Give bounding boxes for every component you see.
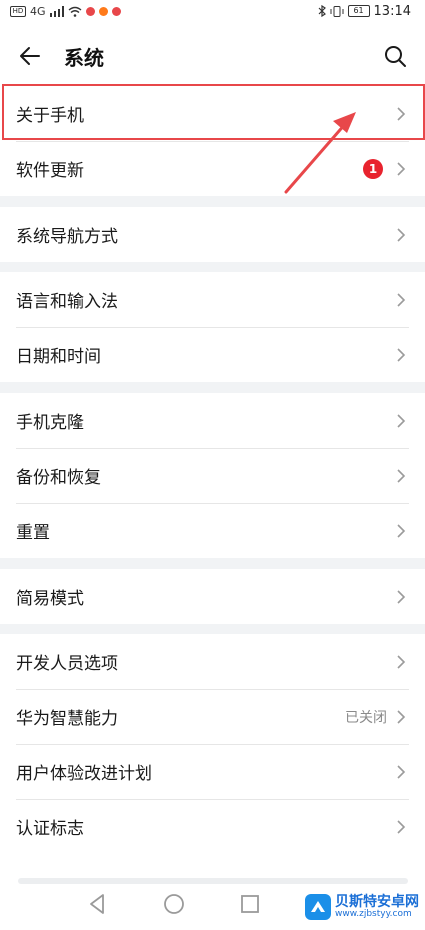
settings-group-4: 手机克隆 备份和恢复 重置 (0, 393, 425, 558)
wifi-icon (68, 6, 81, 17)
chevron-right-icon (397, 523, 406, 538)
settings-group-2: 系统导航方式 (0, 207, 425, 262)
list-item-label: 认证标志 (16, 819, 84, 839)
clock: 13:14 (373, 3, 411, 19)
list-item-certification-logos[interactable]: 认证标志 (0, 799, 425, 854)
chevron-right-icon (397, 292, 406, 307)
list-item-reset[interactable]: 重置 (0, 503, 425, 558)
settings-group-5: 简易模式 (0, 569, 425, 624)
watermark-text: 贝斯特安卓网 www.zjbstyy.com (335, 895, 419, 919)
app-notification-icon (111, 6, 121, 16)
arrow-left-icon (20, 47, 40, 65)
list-item-huawei-intelligence[interactable]: 华为智慧能力 已关闭 (0, 689, 425, 744)
chevron-right-icon (397, 709, 406, 724)
list-item-label: 简易模式 (16, 589, 84, 609)
page-title: 系统 (64, 46, 104, 70)
status-bar: HD 4G 61 13:14 (0, 0, 425, 22)
bluetooth-icon (318, 5, 326, 17)
list-item-label: 开发人员选项 (16, 654, 118, 674)
update-count-badge: 1 (363, 158, 383, 179)
back-button[interactable] (14, 40, 46, 72)
nav-recents-icon[interactable] (238, 892, 262, 916)
list-item-simple-mode[interactable]: 简易模式 (0, 569, 425, 624)
section-divider (0, 382, 425, 393)
chevron-right-icon (397, 347, 406, 362)
chevron-right-icon (397, 654, 406, 669)
chevron-right-icon (397, 589, 406, 604)
list-item-label: 备份和恢复 (16, 468, 101, 488)
system-nav-bar: 贝斯特安卓网 www.zjbstyy.com (0, 878, 425, 930)
status-right: 61 13:14 (318, 4, 411, 19)
app-notification-icon (98, 6, 108, 16)
list-item-label: 语言和输入法 (16, 292, 118, 312)
battery-icon: 61 (347, 5, 370, 17)
nav-home-icon[interactable] (162, 892, 186, 916)
section-divider (0, 558, 425, 569)
hd-icon: HD (10, 5, 26, 17)
watermark-title: 贝斯特安卓网 (335, 893, 419, 910)
list-item-user-experience-program[interactable]: 用户体验改进计划 (0, 744, 425, 799)
list-item-label: 日期和时间 (16, 347, 101, 367)
nav-back-icon[interactable] (86, 892, 110, 916)
list-item-label: 手机克隆 (16, 413, 84, 433)
signal-icon (49, 5, 64, 17)
watermark: 贝斯特安卓网 www.zjbstyy.com (305, 894, 419, 920)
list-item-backup-restore[interactable]: 备份和恢复 (0, 448, 425, 503)
app-notification-icon (85, 6, 95, 16)
list-item-label: 重置 (16, 523, 50, 543)
chevron-right-icon (397, 819, 406, 834)
list-item-language-input[interactable]: 语言和输入法 (0, 272, 425, 327)
watermark-logo-icon (305, 894, 331, 920)
vibrate-icon (330, 5, 344, 17)
settings-group-3: 语言和输入法 日期和时间 (0, 272, 425, 382)
list-item-developer-options[interactable]: 开发人员选项 (0, 634, 425, 689)
title-bar: 系统 (0, 30, 425, 82)
section-divider (0, 624, 425, 634)
chevron-right-icon (397, 764, 406, 779)
chevron-right-icon (397, 413, 406, 428)
list-item-phone-clone[interactable]: 手机克隆 (0, 393, 425, 448)
list-item-label: 用户体验改进计划 (16, 764, 152, 784)
list-item-label: 系统导航方式 (16, 227, 118, 247)
watermark-url: www.zjbstyy.com (335, 908, 412, 919)
section-divider (0, 262, 425, 272)
chevron-right-icon (397, 161, 406, 176)
section-divider (0, 196, 425, 207)
list-item-system-navigation[interactable]: 系统导航方式 (0, 207, 425, 262)
chevron-right-icon (397, 227, 406, 242)
scroll-edge (18, 878, 408, 884)
settings-group-6: 开发人员选项 华为智慧能力 已关闭 用户体验改进计划 认证标志 (0, 634, 425, 854)
status-value: 已关闭 (345, 709, 387, 726)
list-item-software-update[interactable]: 软件更新 1 (0, 141, 425, 196)
search-icon (385, 46, 406, 67)
list-item-date-time[interactable]: 日期和时间 (0, 327, 425, 382)
highlight-annotation (2, 84, 425, 140)
chevron-right-icon (397, 468, 406, 483)
network-type-icon: 4G (30, 4, 46, 18)
search-button[interactable] (379, 40, 411, 72)
status-left: HD 4G (10, 4, 121, 18)
